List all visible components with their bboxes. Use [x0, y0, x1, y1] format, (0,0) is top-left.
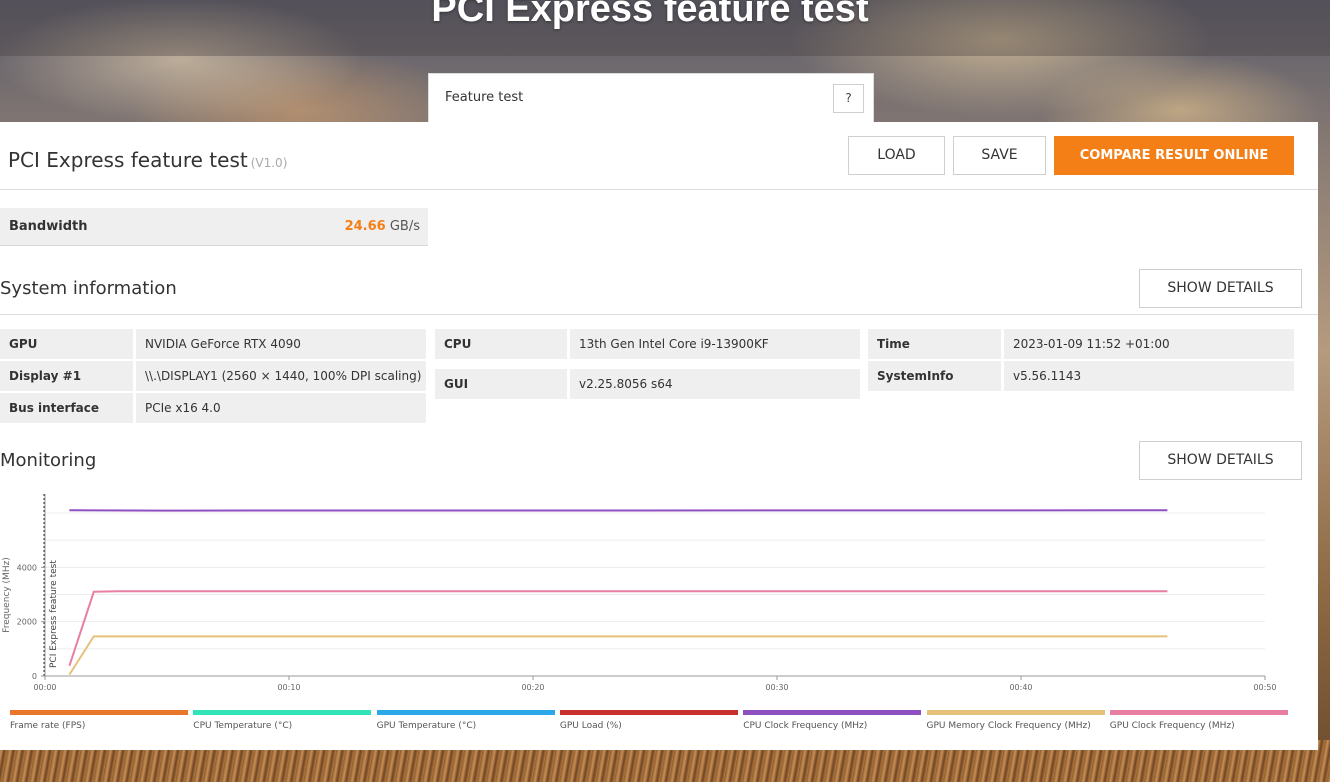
legend-color-bar	[193, 710, 372, 715]
test-marker-label: PCI Express feature test	[49, 560, 59, 668]
systeminfo-value: v5.56.1143	[1004, 361, 1294, 391]
x-tick-label: 00:50	[1253, 683, 1276, 692]
result-panel: PCI Express feature test (V1.0) LOAD SAVE…	[0, 122, 1318, 750]
legend-label: GPU Memory Clock Frequency (MHz)	[926, 721, 1091, 731]
legend-item[interactable]: CPU Clock Frequency (MHz)	[743, 710, 922, 731]
monitoring-title: Monitoring	[0, 450, 97, 471]
page-heading: PCI Express feature test	[431, 0, 869, 30]
series-line	[68, 590, 1168, 667]
legend-item[interactable]: GPU Memory Clock Frequency (MHz)	[926, 710, 1105, 731]
result-title: PCI Express feature test (V1.0)	[8, 148, 287, 172]
bus-interface-label: Bus interface	[0, 393, 133, 423]
system-information-title: System information	[0, 278, 177, 299]
legend-label: GPU Load (%)	[559, 721, 622, 731]
system-show-details-button[interactable]: SHOW DETAILS	[1139, 269, 1302, 308]
divider	[0, 314, 1318, 315]
bandwidth-label: Bandwidth	[9, 219, 88, 234]
legend-label: Frame rate (FPS)	[10, 721, 86, 731]
display-value: \\.\DISPLAY1 (2560 × 1440, 100% DPI scal…	[136, 361, 426, 391]
legend-color-bar	[926, 710, 1105, 715]
systeminfo-label: SystemInfo	[868, 361, 1001, 391]
y-tick-label: 0	[32, 672, 37, 681]
gpu-value: NVIDIA GeForce RTX 4090	[136, 329, 426, 359]
legend-color-bar	[559, 710, 738, 715]
result-version: (V1.0)	[250, 156, 288, 170]
y-axis-label: Frequency (MHz)	[2, 557, 12, 633]
cpu-label: CPU	[435, 329, 567, 359]
x-tick-label: 00:30	[765, 683, 788, 692]
legend-label: GPU Temperature (°C)	[376, 721, 477, 731]
x-tick-label: 00:40	[1009, 683, 1032, 692]
monitoring-show-details-button[interactable]: SHOW DETAILS	[1139, 441, 1302, 480]
display-label: Display #1	[0, 361, 133, 391]
legend-item[interactable]: GPU Temperature (°C)	[376, 710, 555, 731]
time-value: 2023-01-09 11:52 +01:00	[1004, 329, 1294, 359]
tab-feature-test-label: Feature test	[445, 90, 524, 105]
bandwidth-row: Bandwidth 24.66 GB/s	[0, 208, 428, 246]
legend-item[interactable]: Frame rate (FPS)	[10, 710, 188, 731]
time-label: Time	[868, 329, 1001, 359]
bandwidth-value: 24.66 GB/s	[345, 219, 420, 234]
save-button[interactable]: SAVE	[953, 136, 1046, 175]
divider	[0, 189, 1318, 190]
x-tick-label: 00:00	[33, 683, 56, 692]
legend-item[interactable]: GPU Load (%)	[559, 710, 738, 731]
load-button[interactable]: LOAD	[848, 136, 945, 175]
gpu-label: GPU	[0, 329, 133, 359]
legend-label: CPU Clock Frequency (MHz)	[743, 721, 868, 731]
result-title-text: PCI Express feature test	[8, 148, 248, 172]
monitoring-chart: PCI Express feature test Frequency (MHz) 0…	[2, 494, 1277, 692]
legend-item[interactable]: GPU Clock Frequency (MHz)	[1109, 710, 1288, 731]
x-tick-label: 00:20	[521, 683, 544, 692]
compare-result-online-button[interactable]: COMPARE RESULT ONLINE	[1054, 136, 1294, 175]
legend-color-bar	[10, 710, 188, 715]
y-tick-label: 4000	[17, 563, 37, 572]
y-tick-label: 2000	[17, 618, 37, 627]
legend-label: GPU Clock Frequency (MHz)	[1109, 721, 1235, 731]
legend-label: CPU Temperature (°C)	[193, 721, 293, 731]
legend-color-bar	[1109, 710, 1288, 715]
x-tick-label: 00:10	[277, 683, 300, 692]
legend-item[interactable]: CPU Temperature (°C)	[193, 710, 372, 731]
series-line	[68, 635, 1168, 676]
cpu-value: 13th Gen Intel Core i9-13900KF	[570, 329, 860, 359]
bandwidth-number: 24.66	[344, 219, 386, 234]
bandwidth-unit: GB/s	[389, 219, 420, 234]
tab-feature-test[interactable]: Feature test ?	[428, 73, 874, 123]
legend-color-bar	[376, 710, 555, 715]
gui-value: v2.25.8056 s64	[570, 369, 860, 399]
help-button[interactable]: ?	[833, 84, 864, 113]
legend-color-bar	[743, 710, 922, 715]
bus-interface-value: PCIe x16 4.0	[136, 393, 426, 423]
gui-label: GUI	[435, 369, 567, 399]
